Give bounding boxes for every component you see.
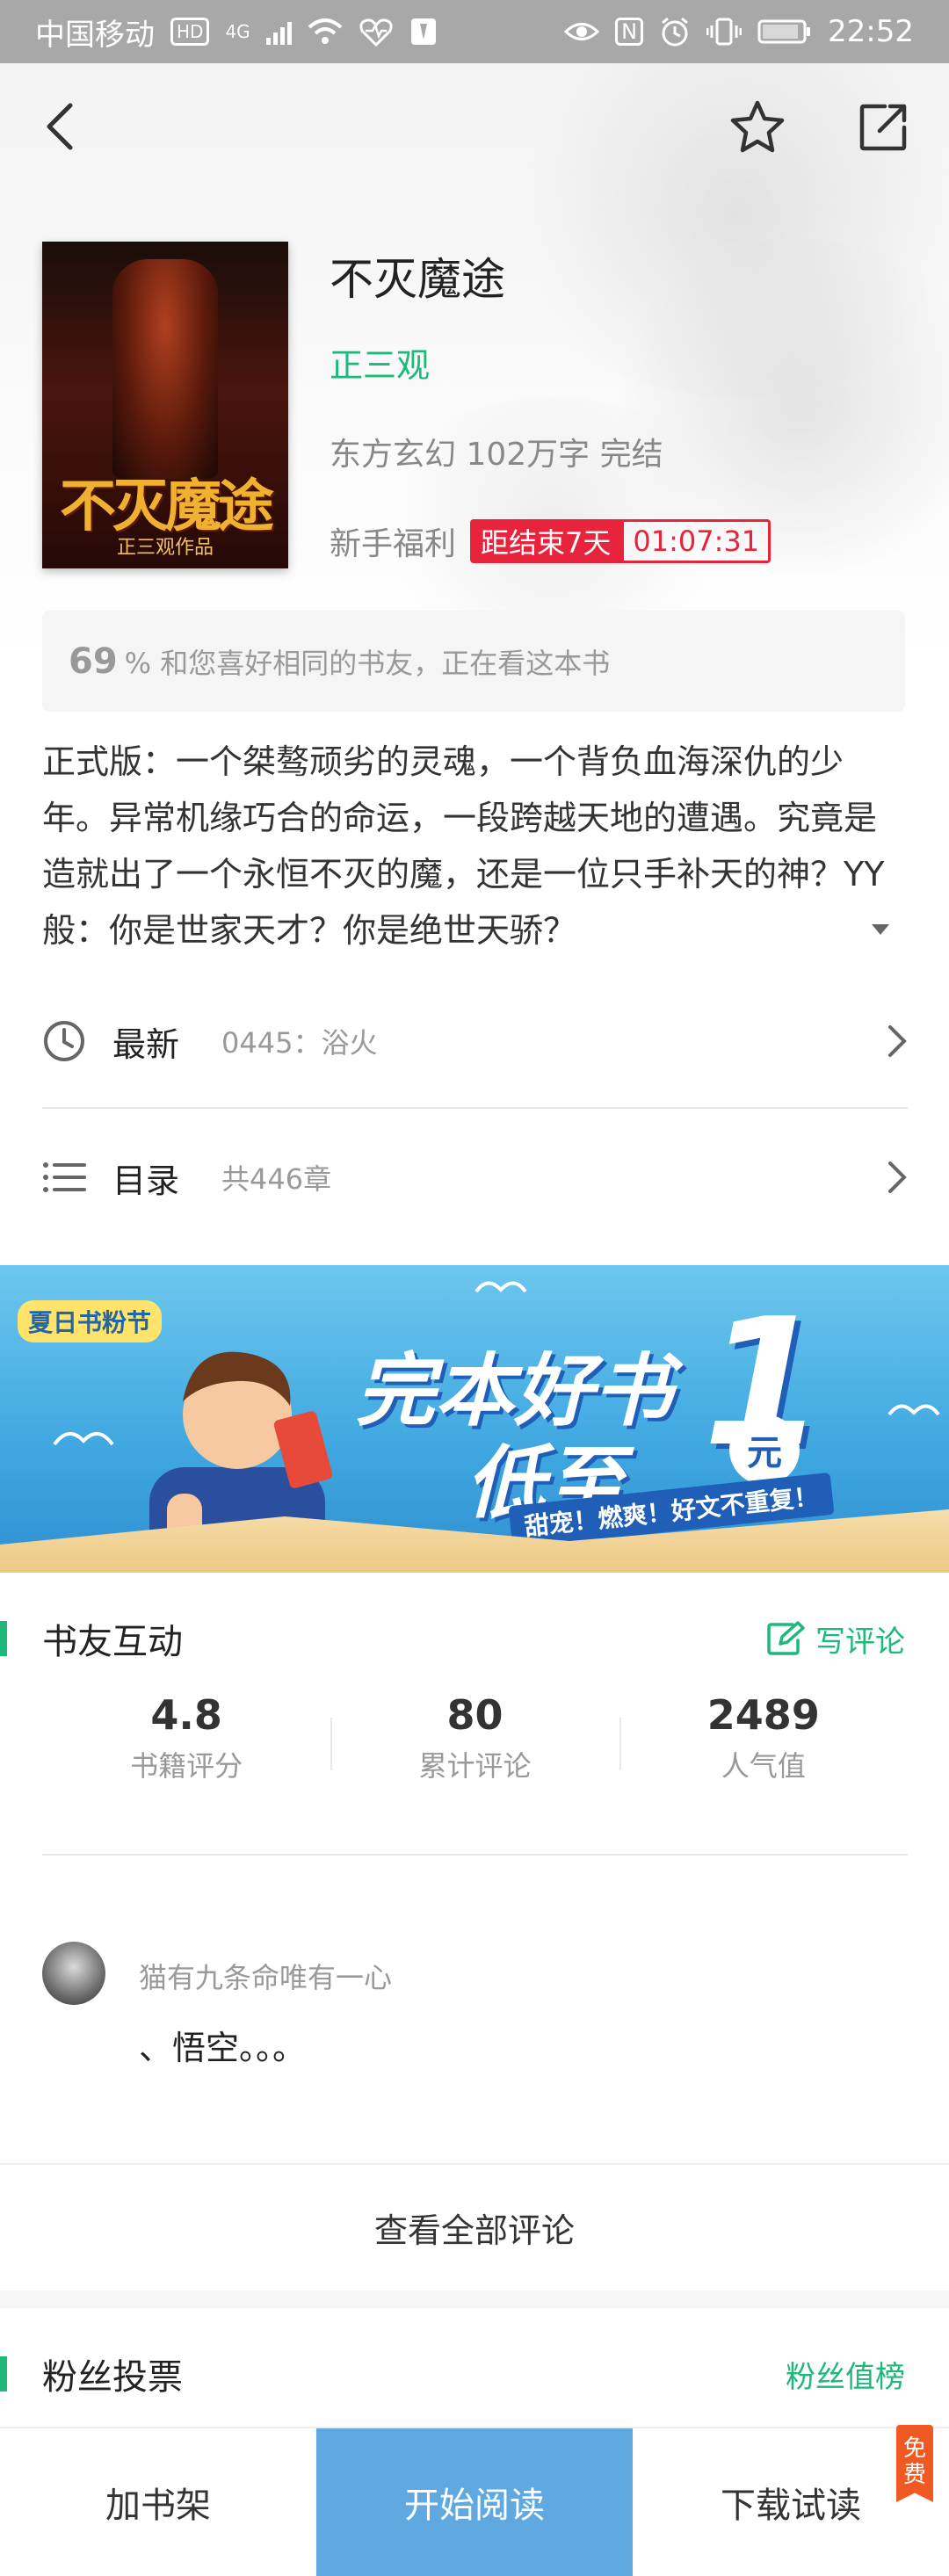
back-arrow-icon [47, 103, 73, 150]
section-accent-bar [0, 1621, 7, 1656]
cover-title: 不灭魔途 [60, 474, 274, 539]
stat-value: 80 [446, 1691, 503, 1739]
book-title: 不灭魔途 [330, 254, 505, 305]
avatar[interactable] [42, 1942, 105, 2005]
expand-description-button[interactable] [870, 923, 891, 940]
battery-icon [757, 19, 811, 44]
status-bar: 中国移动 HD 4G N 22:52 [0, 0, 949, 63]
edit-icon [767, 1621, 805, 1655]
bird-icon [474, 1281, 527, 1293]
book-cover[interactable]: 不灭魔途 正三观作品 [42, 242, 288, 568]
stat-label: 书籍评分 [130, 1749, 243, 1783]
section-accent-bar [0, 2356, 7, 2391]
fan-vote-header: 粉丝投票 粉丝值榜 [0, 2330, 949, 2418]
start-reading-button[interactable]: 开始阅读 [316, 2428, 633, 2576]
heart-monitor-icon [359, 18, 393, 47]
table-of-contents-row[interactable]: 目录 共446章 [42, 1111, 908, 1243]
free-badge: 免费 [896, 2425, 933, 2502]
section-gap [0, 2290, 949, 2308]
reader-interaction-header: 书友互动 写评论 [0, 1595, 949, 1682]
signal-icon [265, 18, 292, 45]
download-trial-label: 下载试读 [721, 2486, 861, 2526]
star-icon [730, 100, 785, 153]
toc-chapter-count: 共446章 [221, 1162, 332, 1196]
alarm-icon [662, 17, 688, 47]
bottom-action-bar: 加书架 开始阅读 下载试读 免费 [0, 2425, 949, 2576]
write-review-label: 写评论 [815, 1624, 905, 1660]
back-button[interactable] [25, 91, 95, 162]
match-text: % 和您喜好相同的书友，正在看这本书 [124, 646, 611, 680]
newbie-promo: 新手福利 距结束7天 01:07:31 [330, 518, 772, 564]
book-author-link[interactable]: 正三观 [330, 338, 430, 387]
vibrate-icon [706, 18, 743, 46]
share-button[interactable] [849, 91, 919, 162]
bird-icon [53, 1432, 114, 1446]
list-icon [43, 1162, 86, 1192]
add-to-shelf-button[interactable]: 加书架 [0, 2428, 316, 2576]
chevron-right-icon [888, 1161, 907, 1193]
comment-text: 、悟空。。。 [139, 2029, 307, 2067]
promo-end-badge: 距结束7天 [470, 519, 622, 563]
comment-count-stat: 80 累计评论 [330, 1691, 619, 1797]
popularity-stat: 2489 人气值 [619, 1691, 908, 1797]
network-type-label: 4G [225, 21, 250, 42]
divider [42, 1854, 908, 1856]
stat-label: 累计评论 [418, 1749, 532, 1783]
caret-down-icon [872, 924, 889, 935]
stat-label: 人气值 [721, 1749, 806, 1783]
banner-price-unit: 元 [729, 1415, 800, 1485]
promo-countdown: 01:07:31 [621, 519, 772, 563]
clock-time: 22:52 [828, 14, 914, 49]
comment-username[interactable]: 猫有九条命唯有一心 [139, 1956, 392, 1996]
divider [42, 1107, 908, 1109]
promo-label: 新手福利 [330, 526, 457, 562]
book-description[interactable]: 正式版：一个桀骜顽劣的灵魂，一个背负血海深仇的少年。异常机缘巧合的命运，一段跨越… [42, 734, 908, 959]
hd-icon: HD [170, 18, 210, 46]
top-navigation [0, 63, 949, 195]
book-stats: 4.8 书籍评分 80 累计评论 2489 人气值 [42, 1691, 908, 1797]
favorite-button[interactable] [722, 91, 793, 162]
section-title: 粉丝投票 [42, 2357, 183, 2398]
cover-author: 正三观作品 [116, 537, 214, 559]
app-notification-icon [410, 18, 436, 45]
stat-value: 2489 [706, 1691, 820, 1739]
promo-banner[interactable]: 夏日书粉节 完本好书 低至 1 元 甜宠！燃爽！好文不重复！ [0, 1265, 949, 1573]
view-all-comments-button[interactable]: 查看全部评论 [0, 2163, 949, 2290]
latest-label: 最新 [112, 1024, 180, 1064]
latest-chapter-row[interactable]: 最新 0445：浴火 [42, 975, 908, 1107]
write-review-button[interactable]: 写评论 [766, 1617, 905, 1661]
cover-illustration [112, 259, 218, 479]
nfc-icon: N [615, 18, 644, 46]
rating-stat: 4.8 书籍评分 [42, 1691, 330, 1797]
carrier-label: 中国移动 [35, 17, 155, 53]
section-title: 书友互动 [42, 1622, 183, 1662]
eye-comfort-icon [564, 23, 600, 40]
clock-icon [44, 1021, 84, 1061]
toc-label: 目录 [112, 1161, 180, 1200]
chevron-right-icon [888, 1025, 907, 1057]
book-meta: 东方玄幻 102万字 完结 [330, 437, 663, 473]
latest-chapter-name: 0445：浴火 [221, 1026, 378, 1060]
wifi-icon [308, 18, 343, 44]
download-trial-button[interactable]: 下载试读 免费 [633, 2425, 949, 2576]
share-icon [859, 104, 907, 151]
fan-ranking-link[interactable]: 粉丝值榜 [786, 2353, 905, 2396]
match-percent: 69 [69, 640, 118, 682]
stat-value: 4.8 [150, 1691, 222, 1739]
reader-match-banner: 69 % 和您喜好相同的书友，正在看这本书 [42, 611, 905, 712]
bird-icon [887, 1404, 940, 1416]
